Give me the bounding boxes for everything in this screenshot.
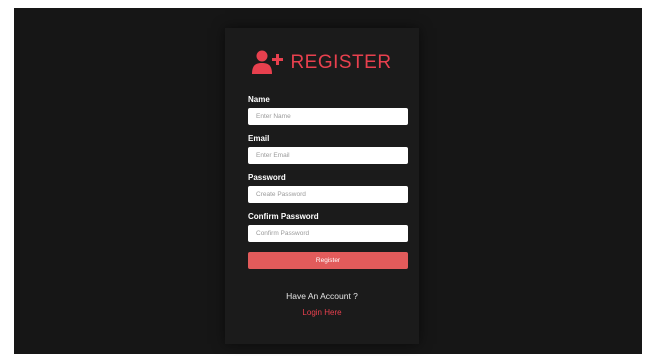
user-plus-icon xyxy=(252,50,284,74)
password-label: Password xyxy=(248,173,286,182)
register-form: Name Email Password Confirm Password Reg… xyxy=(248,94,408,269)
email-input[interactable] xyxy=(248,147,408,164)
confirm-password-input[interactable] xyxy=(248,225,408,242)
email-label: Email xyxy=(248,134,270,143)
register-button[interactable]: Register xyxy=(248,252,408,269)
page-background: REGISTER Name Email Password Confirm Pas… xyxy=(14,8,642,354)
have-account-text: Have An Account ? xyxy=(286,291,358,301)
login-link[interactable]: Login Here xyxy=(302,307,341,319)
login-prompt: Have An Account ? Login Here xyxy=(225,290,419,320)
name-input[interactable] xyxy=(248,108,408,125)
confirm-password-label: Confirm Password xyxy=(248,212,319,221)
register-header: REGISTER xyxy=(225,50,419,74)
password-input[interactable] xyxy=(248,186,408,203)
name-label: Name xyxy=(248,95,270,104)
register-card: REGISTER Name Email Password Confirm Pas… xyxy=(225,28,419,344)
page-title: REGISTER xyxy=(290,51,392,73)
